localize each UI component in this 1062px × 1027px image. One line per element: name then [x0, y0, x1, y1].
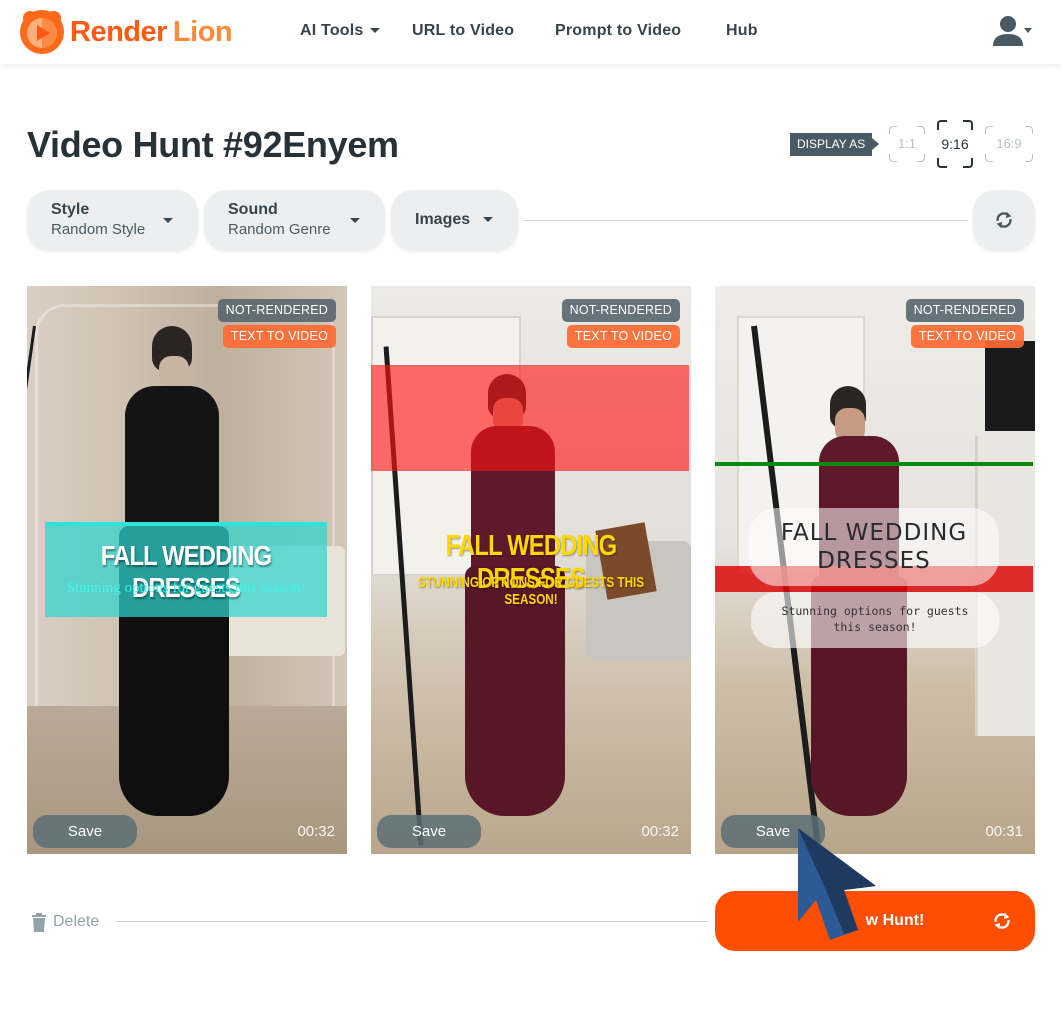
save-button[interactable]: Save	[377, 815, 481, 848]
type-badge: TEXT TO VIDEO	[222, 325, 336, 348]
caption-subline: Stunning options for guests	[781, 604, 969, 618]
brand-logo[interactable]: Render Lion	[18, 8, 233, 56]
caption-subline: this season!	[833, 620, 917, 634]
sound-dropdown[interactable]: Sound Random Genre	[204, 190, 385, 250]
nav-prompt-to-video[interactable]: Prompt to Video	[555, 22, 681, 40]
refresh-button[interactable]	[973, 190, 1035, 250]
delete-button[interactable]: Delete	[31, 911, 99, 933]
nav-url-to-video[interactable]: URL to Video	[412, 22, 514, 40]
green-line	[715, 462, 1033, 466]
caption-subline: Stunning options for guests this season!	[66, 580, 306, 596]
user-icon	[993, 16, 1032, 46]
nav-ai-tools[interactable]: AI Tools	[300, 22, 380, 40]
new-hunt-button[interactable]: w Hunt!	[715, 891, 1035, 951]
ratio-9-16-button[interactable]: 9:16	[937, 120, 973, 168]
images-dropdown[interactable]: Images	[391, 190, 518, 250]
video-duration: 00:32	[297, 823, 335, 840]
caret-down-icon	[483, 217, 493, 222]
ratio-16-9-button[interactable]: 16:9	[985, 126, 1033, 162]
status-badge: NOT-RENDERED	[561, 299, 680, 322]
display-as-label: DISPLAY AS	[790, 133, 880, 156]
brand-name: Render Lion	[70, 15, 233, 48]
caption-subline: STUNNING OPTIONS FOR GUESTS THIS SEASON!	[417, 574, 645, 608]
video-duration: 00:32	[641, 823, 679, 840]
top-navbar: Render Lion AI Tools URL to Video Prompt …	[0, 0, 1062, 64]
save-button[interactable]: Save	[33, 815, 137, 848]
refresh-icon	[996, 211, 1012, 229]
nav-hub[interactable]: Hub	[726, 22, 758, 40]
caption-box: FALL WEDDING DRESSES Stunning options fo…	[45, 522, 327, 617]
style-dropdown[interactable]: Style Random Style	[27, 190, 198, 250]
save-button[interactable]: Save	[721, 815, 825, 848]
caret-down-icon	[163, 218, 173, 223]
lion-logo-icon	[20, 10, 64, 54]
page-title: Video Hunt #92Enyem	[27, 124, 399, 165]
caret-down-icon	[350, 218, 360, 223]
user-menu-button[interactable]	[990, 14, 1034, 50]
red-overlay-band	[371, 365, 689, 471]
status-badge: NOT-RENDERED	[217, 299, 336, 322]
divider	[524, 220, 968, 221]
caption-headline: FALL WEDDING	[780, 520, 968, 546]
video-card[interactable]: FALL WEDDING DRESSES STUNNING OPTIONS FO…	[371, 286, 691, 854]
video-card[interactable]: FALL WEDDING DRESSES Stunning options fo…	[715, 286, 1035, 854]
type-badge: TEXT TO VIDEO	[910, 325, 1024, 348]
caret-down-icon	[369, 28, 380, 34]
video-card[interactable]: FALL WEDDING DRESSES Stunning options fo…	[27, 286, 347, 854]
status-badge: NOT-RENDERED	[905, 299, 1024, 322]
divider	[116, 921, 708, 922]
trash-icon	[32, 912, 46, 932]
caption-headline: DRESSES	[817, 548, 931, 574]
refresh-icon	[994, 912, 1010, 930]
type-badge: TEXT TO VIDEO	[566, 325, 680, 348]
caption-subline-box: Stunning options for guests this season!	[751, 592, 999, 648]
video-duration: 00:31	[985, 823, 1023, 840]
caption-box: FALL WEDDING DRESSES	[749, 508, 999, 586]
ratio-1-1-button[interactable]: 1:1	[889, 126, 925, 162]
